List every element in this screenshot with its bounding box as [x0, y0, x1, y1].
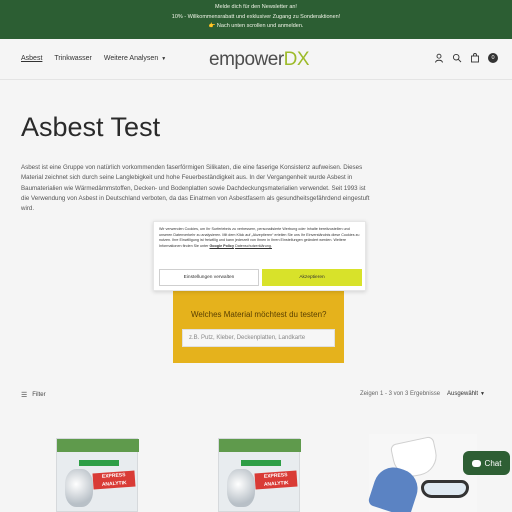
logo-accent: DX	[283, 49, 310, 70]
main-nav: Asbest Trinkwasser Weitere Analysen ▼	[21, 55, 166, 62]
nav-item-weitere-analysen[interactable]: Weitere Analysen ▼	[104, 55, 166, 62]
safety-glasses-image	[421, 480, 469, 498]
announcement-bar: Melde dich für den Newsletter an! 10% - …	[0, 0, 512, 39]
page-description: Asbest ist eine Gruppe von natürlich vor…	[21, 164, 370, 213]
fiber-sample	[227, 469, 255, 507]
product-image	[367, 434, 477, 512]
cart-count-badge: 0	[488, 53, 498, 63]
kit-top	[57, 439, 139, 452]
product-card[interactable]: EXPRESS ANALYTIK	[56, 434, 164, 512]
fiber-sample	[65, 469, 93, 507]
privacy-link[interactable]: Datenschutzerklärung.	[235, 244, 272, 248]
cookie-accept-button[interactable]: Akzeptieren	[262, 269, 362, 286]
header-icons: 0	[434, 53, 498, 63]
chevron-down-icon: ▼	[161, 56, 167, 62]
filter-icon: ☰	[21, 392, 28, 399]
google-policy-link[interactable]: Google Policy	[209, 244, 234, 248]
search-icon[interactable]	[452, 53, 462, 63]
results-count: Zeigen 1 - 3 von 3 Ergebnisse	[360, 391, 441, 397]
collection-toolbar: ☰ Filter Zeigen 1 - 3 von 3 Ergebnisse A…	[0, 386, 512, 402]
collection-intro: Asbest Test Asbest ist eine Gruppe von n…	[21, 112, 369, 214]
kit-label	[241, 460, 281, 466]
site-header: Asbest Trinkwasser Weitere Analysen ▼ emp…	[0, 39, 512, 80]
page-title: Asbest Test	[21, 112, 161, 142]
filter-label: Filter	[32, 392, 46, 398]
nav-item-asbest[interactable]: Asbest	[21, 55, 42, 62]
material-search-input[interactable]: z.B. Putz, Kleber, Deckenplatten, Landka…	[182, 329, 335, 347]
product-card[interactable]	[367, 434, 477, 512]
kit-label	[79, 460, 119, 466]
sort-select[interactable]: Ausgewählt ▼	[447, 391, 485, 397]
cookie-consent-dialog: Wir verwenden Cookies, um Ihr Surferlebn…	[153, 221, 366, 291]
announcement-line: 10% - Willkommensrabatt und exklusiver Z…	[171, 13, 341, 20]
chat-icon	[471, 459, 481, 467]
product-card[interactable]: EXPRESS ANALYTIK	[218, 434, 326, 512]
logo-text: empower	[209, 49, 284, 70]
account-icon[interactable]	[434, 53, 444, 63]
chat-button[interactable]: Chat	[463, 451, 510, 475]
sort-label: Ausgewählt	[447, 391, 479, 397]
nav-item-label: Weitere Analysen	[103, 55, 159, 62]
express-badge: EXPRESS ANALYTIK	[254, 470, 298, 490]
announcement-line: Melde dich für den Newsletter an!	[215, 4, 297, 10]
logo[interactable]: empowerDX	[209, 49, 310, 71]
announcement-line: 👉 Nach unten scrollen und anmelden.	[208, 23, 304, 29]
kit-top	[219, 439, 301, 452]
material-search-box: Welches Material möchtest du testen? z.B…	[173, 282, 344, 363]
nav-item-trinkwasser[interactable]: Trinkwasser	[54, 55, 91, 62]
express-badge: EXPRESS ANALYTIK	[92, 470, 136, 490]
material-search-question: Welches Material möchtest du testen?	[191, 310, 327, 319]
filter-button[interactable]: ☰ Filter	[21, 391, 46, 399]
chat-label: Chat	[484, 458, 502, 468]
cookie-text: Wir verwenden Cookies, um Ihr Surferlebn…	[159, 227, 360, 249]
product-image: EXPRESS ANALYTIK	[56, 438, 139, 512]
product-image: EXPRESS ANALYTIK	[218, 438, 301, 512]
cart-icon[interactable]	[470, 53, 480, 63]
chevron-down-icon: ▼	[480, 391, 485, 397]
cookie-settings-button[interactable]: Einstellungen verwalten	[159, 269, 259, 286]
